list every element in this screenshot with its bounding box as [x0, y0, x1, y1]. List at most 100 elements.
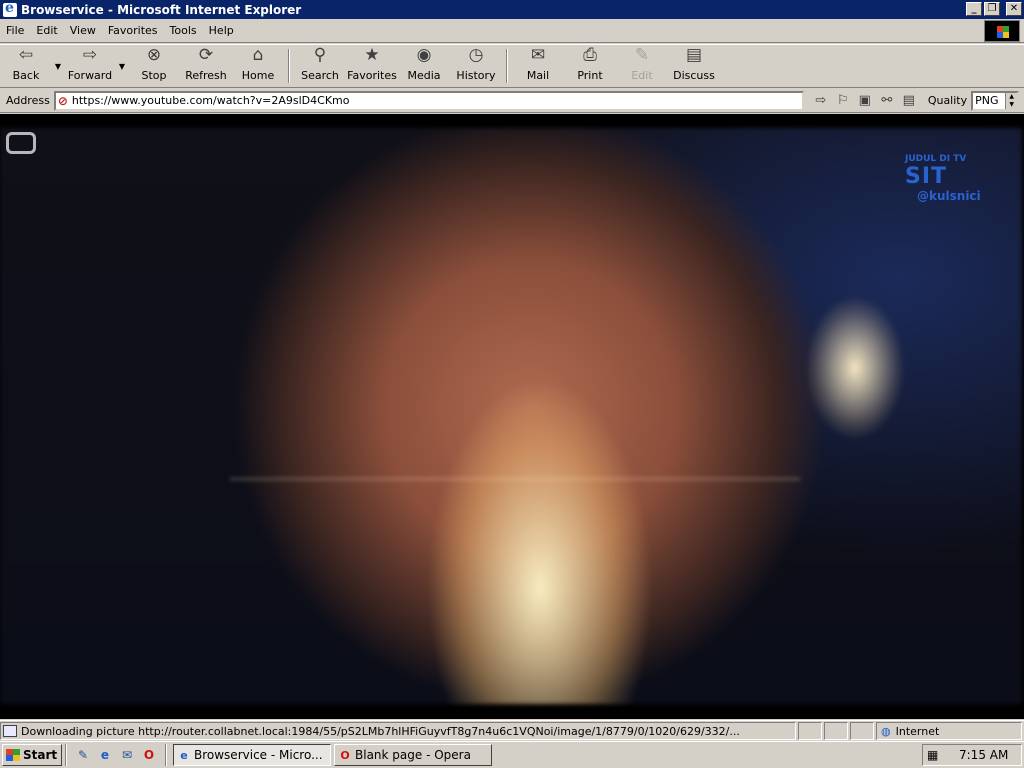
task-browservice[interactable]: e Browservice - Micro...	[173, 744, 331, 766]
taskbar-divider	[65, 744, 67, 766]
favorites-label: Favorites	[347, 69, 397, 82]
network-tray-icon[interactable]: ▦	[927, 748, 943, 762]
mail-button[interactable]: ✉ Mail	[512, 45, 564, 87]
watermark-handle: @kulsnici	[917, 189, 981, 203]
print-button[interactable]: ⎙ Print	[564, 45, 616, 87]
page-loading-icon	[3, 725, 17, 737]
back-dropdown-button[interactable]: ▼	[52, 45, 64, 87]
video-tear-line	[230, 478, 800, 480]
video-frame-image[interactable]	[0, 128, 1022, 704]
discuss-label: Discuss	[673, 69, 715, 82]
stop-label: Stop	[141, 69, 167, 82]
refresh-icon: ⟳	[198, 45, 214, 65]
ie-logo-icon	[3, 0, 17, 17]
address-input[interactable]: ⊘ https://www.youtube.com/watch?v=2A9slD…	[53, 90, 804, 111]
title-bar: Browservice - Microsoft Internet Explore…	[0, 0, 1024, 19]
address-label: Address	[6, 94, 50, 107]
quality-label: Quality	[927, 94, 968, 107]
page-content[interactable]: JUDUL DI TV SIT @kulsnici	[0, 114, 1024, 719]
standard-toolbar: ⇦ Back ▼ ⇨ Forward ▼ ⊗ Stop ⟳ Refresh ⌂ …	[0, 44, 1024, 88]
globe-icon: ◍	[881, 724, 891, 738]
window-title: Browservice - Microsoft Internet Explore…	[21, 2, 302, 17]
edit-label: Edit	[631, 69, 653, 82]
quick-launch: ✎ e ✉ O	[70, 746, 162, 764]
print-label: Print	[577, 69, 603, 82]
show-desktop-icon[interactable]: ✎	[74, 746, 92, 764]
address-tools: ⇨ ⚐ ▣ ⚯ ▤	[810, 93, 920, 108]
start-button[interactable]: Start	[2, 744, 62, 766]
home-label: Home	[241, 69, 275, 82]
search-button[interactable]: ⚲ Search	[294, 45, 346, 87]
ie-quick-launch-icon[interactable]: e	[96, 746, 114, 764]
quality-value: PNG	[975, 94, 999, 107]
ie-task-icon: e	[180, 748, 188, 762]
toolbar-separator	[506, 49, 508, 83]
mail-label: Mail	[526, 69, 550, 82]
tv-watermark: JUDUL DI TV SIT @kulsnici	[905, 154, 981, 203]
menu-favorites[interactable]: Favorites	[102, 24, 164, 37]
channel-corner-logo	[6, 132, 36, 154]
window-controls: _ ❐ ✕	[966, 2, 1022, 16]
history-icon: ◷	[468, 45, 484, 65]
opera-task-icon: O	[340, 748, 350, 762]
toolbar-separator	[288, 49, 290, 83]
watermark-main: SIT	[905, 164, 948, 189]
menu-help[interactable]: Help	[203, 24, 240, 37]
history-button[interactable]: ◷ History	[450, 45, 502, 87]
history-label: History	[456, 69, 496, 82]
menu-edit[interactable]: Edit	[30, 24, 63, 37]
status-cell	[824, 722, 848, 740]
edit-icon: ✎	[634, 45, 650, 65]
media-button[interactable]: ◉ Media	[398, 45, 450, 87]
forward-dropdown-button[interactable]: ▼	[116, 45, 128, 87]
opera-quick-launch-icon[interactable]: O	[140, 746, 158, 764]
quality-spinner-icon[interactable]: ▲ ▼	[1005, 92, 1018, 109]
back-button[interactable]: ⇦ Back	[0, 45, 52, 87]
menu-tools[interactable]: Tools	[164, 24, 203, 37]
forward-arrow-icon: ⇨	[82, 45, 98, 65]
address-bar: Address ⊘ https://www.youtube.com/watch?…	[0, 89, 1024, 113]
menu-file[interactable]: File	[0, 24, 30, 37]
home-button[interactable]: ⌂ Home	[232, 45, 284, 87]
close-button[interactable]: ✕	[1006, 2, 1022, 16]
back-arrow-icon: ⇦	[18, 45, 34, 65]
forward-button[interactable]: ⇨ Forward	[64, 45, 116, 87]
watermark-top: JUDUL DI TV	[905, 154, 967, 164]
task-opera[interactable]: O Blank page - Opera	[334, 744, 492, 766]
print-icon: ⎙	[583, 45, 597, 65]
clipboard-icon[interactable]: ▤	[898, 93, 920, 108]
home-icon: ⌂	[252, 45, 264, 65]
taskbar-divider	[165, 744, 167, 766]
find-binoculars-icon[interactable]: ⚯	[876, 93, 898, 108]
taskbar: Start ✎ e ✉ O e Browservice - Micro... O…	[0, 741, 1024, 768]
mail-icon: ✉	[530, 45, 546, 65]
search-icon: ⚲	[313, 45, 327, 65]
minimize-button[interactable]: _	[966, 2, 982, 16]
system-tray: ▦ 7:15 AM	[922, 744, 1022, 766]
status-message: Downloading picture http://router.collab…	[0, 722, 796, 740]
discuss-button[interactable]: ▤ Discuss	[668, 45, 720, 87]
status-bar: Downloading picture http://router.collab…	[0, 720, 1024, 741]
favorites-button[interactable]: ★ Favorites	[346, 45, 398, 87]
clock[interactable]: 7:15 AM	[959, 748, 1008, 762]
refresh-button[interactable]: ⟳ Refresh	[180, 45, 232, 87]
zone-label: Internet	[895, 724, 940, 738]
bookmark-icon[interactable]: ⚐	[832, 93, 854, 108]
status-cell	[798, 722, 822, 740]
address-url[interactable]: https://www.youtube.com/watch?v=2A9slD4C…	[72, 94, 350, 107]
menu-view[interactable]: View	[64, 24, 102, 37]
search-label: Search	[301, 69, 339, 82]
restore-button[interactable]: ❐	[984, 2, 1000, 16]
windows-flag-icon	[6, 749, 20, 761]
page-icon: ⊘	[57, 93, 68, 108]
page-tools-icon[interactable]: ▣	[854, 93, 876, 108]
quality-select[interactable]: PNG ▲ ▼	[971, 90, 1020, 111]
media-label: Media	[407, 69, 441, 82]
edit-button: ✎ Edit	[616, 45, 668, 87]
go-arrow-icon[interactable]: ⇨	[810, 93, 832, 108]
outlook-quick-launch-icon[interactable]: ✉	[118, 746, 136, 764]
refresh-label: Refresh	[185, 69, 227, 82]
favorites-icon: ★	[364, 45, 380, 65]
stop-button[interactable]: ⊗ Stop	[128, 45, 180, 87]
status-cell	[850, 722, 874, 740]
